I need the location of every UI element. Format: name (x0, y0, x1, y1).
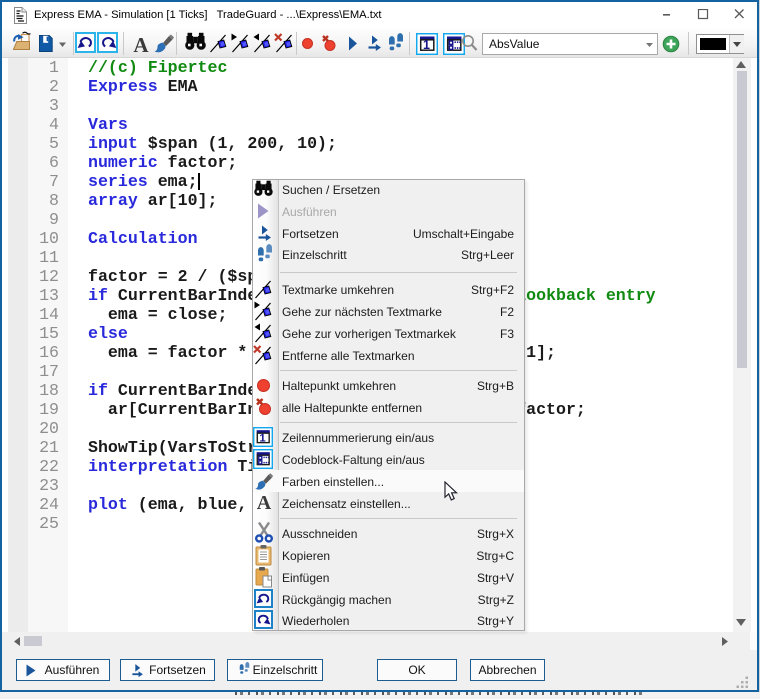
svg-text:1: 1 (259, 433, 265, 445)
svg-text:1: 1 (423, 38, 430, 52)
